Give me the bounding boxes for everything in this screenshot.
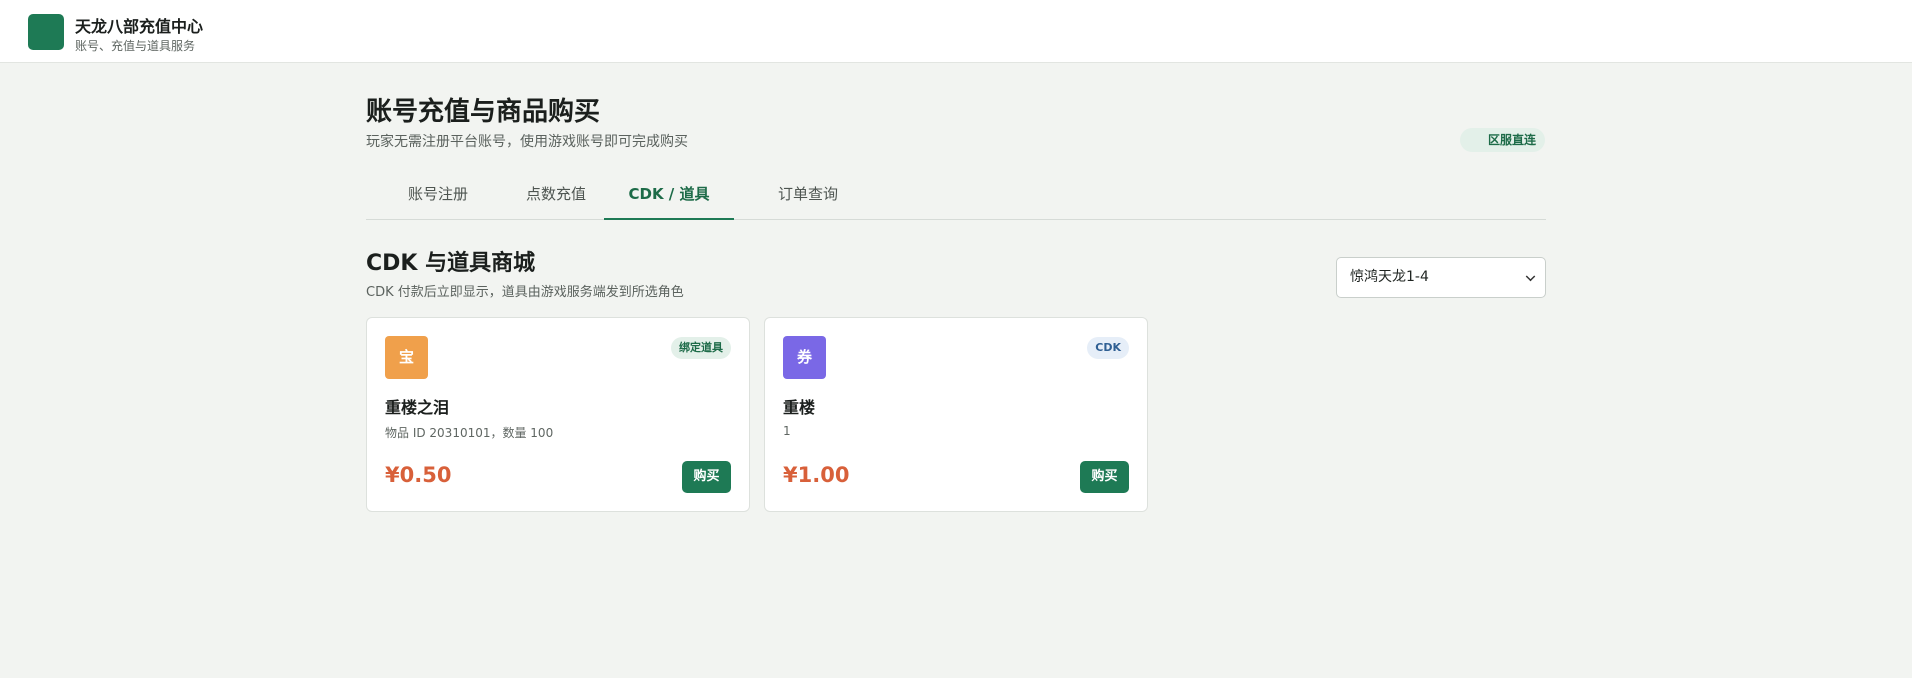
product-description: 1 [783,424,791,438]
top-bar: 天龙八部充值中心 账号、充值与道具服务 [0,0,1912,63]
app-logo [28,14,64,50]
tab-bar: 账号注册 点数充值 CDK / 道具 订单查询 [366,174,1546,220]
chevron-down-icon [1525,271,1536,282]
product-price: ¥1.00 [783,463,850,487]
tab-order-query[interactable]: 订单查询 [762,174,854,220]
product-card: 券 CDK 重楼 1 ¥1.00 购买 [764,317,1148,512]
product-name: 重楼之泪 [385,398,450,417]
section-title: CDK 与道具商城 [366,251,536,276]
product-tag: 绑定道具 [671,337,731,359]
tab-account-register[interactable]: 账号注册 [392,174,484,220]
server-select[interactable]: 惊鸿天龙1-4 [1336,257,1546,298]
product-description: 物品 ID 20310101，数量 100 [385,426,554,440]
voucher-icon: 券 [783,336,826,379]
treasure-icon: 宝 [385,336,428,379]
product-tag: CDK [1087,337,1129,359]
server-select-value: 惊鸿天龙1-4 [1350,269,1429,285]
page-subtitle: 玩家无需注册平台账号，使用游戏账号即可完成购买 [366,134,688,150]
buy-button[interactable]: 购买 [682,461,731,493]
product-price: ¥0.50 [385,463,452,487]
app-subtitle: 账号、充值与道具服务 [75,39,196,53]
section-subtitle: CDK 付款后立即显示，道具由游戏服务端发到所选角色 [366,285,684,300]
tab-cdk-items[interactable]: CDK / 道具 [604,174,734,220]
app-title: 天龙八部充值中心 [75,17,204,36]
product-card: 宝 绑定道具 重楼之泪 物品 ID 20310101，数量 100 ¥0.50 … [366,317,750,512]
buy-button[interactable]: 购买 [1080,461,1129,493]
tab-points-recharge[interactable]: 点数充值 [510,174,602,220]
product-name: 重楼 [783,398,816,417]
region-status-badge: 区服直连 [1460,128,1545,152]
page-title: 账号充值与商品购买 [366,97,601,127]
